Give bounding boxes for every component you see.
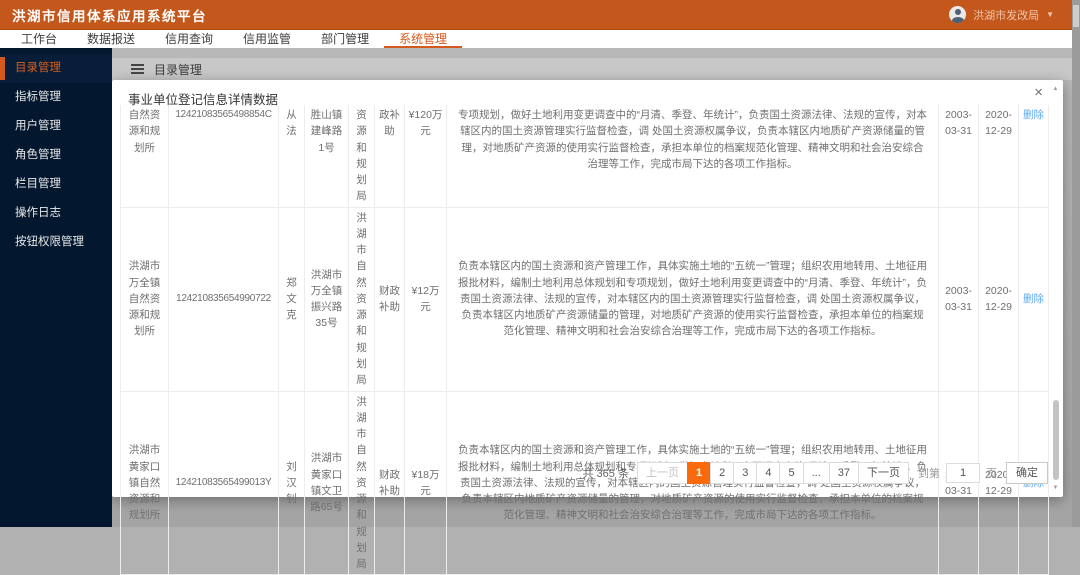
cell-org-name: 洪湖市万全镇自然资源和规划所 <box>120 206 169 392</box>
confirm-button[interactable]: 确定 <box>1006 462 1048 484</box>
cell-address: 洪湖市黄家口镇文卫路65号 <box>304 390 349 575</box>
sidebar-item-catalog-management[interactable]: 目录管理 <box>0 54 112 83</box>
page-button-3[interactable]: 3 <box>733 462 758 484</box>
cell-capital: ¥120万元 <box>404 105 447 208</box>
cell-legal-person: 从法 <box>278 105 305 208</box>
chevron-down-icon: ▼ <box>1046 9 1054 19</box>
cell-sponsor: 洪湖市自然资源和规划局 <box>348 206 375 392</box>
cell-date-end: 2020-12-29 <box>978 206 1019 392</box>
main-nav-tabs: 工作台 数据报送 信用查询 信用监管 部门管理 系统管理 <box>0 30 1080 48</box>
sidebar-item-indicator-management[interactable]: 指标管理 <box>0 83 112 112</box>
detail-data-modal: 事业单位登记信息详情数据 × 自然资源和规划所 1242108356549885… <box>112 80 1063 575</box>
page-ellipsis[interactable]: ... <box>802 462 830 484</box>
top-navbar: 洪湖市信用体系应用系统平台 洪湖市发改局 ▼ <box>0 0 1080 30</box>
page-button-4[interactable]: 4 <box>756 462 781 484</box>
cell-sponsor: 资源和规划局 <box>348 105 375 208</box>
modal-scrollbar[interactable]: ▲ ▼ <box>1051 85 1060 492</box>
delete-link[interactable]: 删除 <box>1023 293 1044 305</box>
cell-org-name: 自然资源和规划所 <box>120 105 169 208</box>
page-button-37[interactable]: 37 <box>828 462 859 484</box>
cell-capital: ¥12万元 <box>404 206 447 392</box>
cell-credit-code: 12421083565499013Y <box>168 390 279 575</box>
cell-funding-source: 财政补助 <box>374 390 405 575</box>
goto-page: 到第 页 <box>918 463 997 483</box>
close-icon[interactable]: × <box>1034 85 1043 100</box>
tab-data-report[interactable]: 数据报送 <box>72 30 150 48</box>
page-button-1[interactable]: 1 <box>686 462 712 484</box>
goto-page-input[interactable] <box>946 463 980 483</box>
cell-business-scope: 专项规划，做好土地利用变更调查中的“月清、季登、年统计”，负责国土资源法律、法规… <box>446 105 939 208</box>
breadcrumb: 目录管理 <box>112 58 1080 80</box>
next-page-button[interactable]: 下一页 <box>858 462 909 484</box>
cell-business-scope: 负责本辖区内的国土资源和资产管理工作，具体实施土地的“五统一”管理；组织农用地转… <box>446 206 939 392</box>
delete-link[interactable]: 删除 <box>1023 109 1044 121</box>
goto-prefix-label: 到第 <box>918 468 940 480</box>
app-title: 洪湖市信用体系应用系统平台 <box>12 8 207 24</box>
scroll-up-icon[interactable]: ▲ <box>1051 85 1060 93</box>
page-button-2[interactable]: 2 <box>710 462 735 484</box>
cell-date-start: 2003-03-31 <box>938 105 979 208</box>
sidebar: 目录管理 指标管理 用户管理 角色管理 栏目管理 操作日志 按钮权限管理 <box>0 48 112 527</box>
cell-address: 胜山镇建峰路1号 <box>304 105 349 208</box>
modal-scrollbar-thumb[interactable] <box>1052 400 1059 480</box>
cell-date-end: 2020-12-29 <box>978 105 1019 208</box>
sidebar-item-button-permission[interactable]: 按钮权限管理 <box>0 228 112 257</box>
table-row: 自然资源和规划所 12421083565498854C 从法 胜山镇建峰路1号 … <box>120 105 1049 208</box>
pagination-total: 共 365 条 <box>582 468 629 480</box>
pagination-buttons: 上一页 1 2 3 4 5 ... 37 下一页 <box>636 462 909 484</box>
tab-system-management[interactable]: 系统管理 <box>384 30 463 48</box>
cell-actions: 删除 <box>1018 206 1049 392</box>
sidebar-item-role-management[interactable]: 角色管理 <box>0 141 112 170</box>
breadcrumb-label: 目录管理 <box>154 62 203 77</box>
cell-funding-source: 财政补助 <box>374 206 405 392</box>
user-menu[interactable]: 洪湖市发改局 ▼ <box>949 6 1054 23</box>
cell-credit-code: 12421083565498854C <box>168 105 279 208</box>
user-avatar-icon <box>949 6 967 23</box>
pagination: 共 365 条 上一页 1 2 3 4 5 ... 37 下一页 到第 页 确定 <box>582 462 1048 484</box>
cell-legal-person: 刘汉钊 <box>278 390 305 575</box>
cell-capital: ¥18万元 <box>404 390 447 575</box>
cell-legal-person: 郑文克 <box>278 206 305 392</box>
tab-department-management[interactable]: 部门管理 <box>306 30 384 48</box>
cell-address: 洪湖市万全镇振兴路35号 <box>304 206 349 392</box>
data-table: 自然资源和规划所 12421083565498854C 从法 胜山镇建峰路1号 … <box>120 105 1049 575</box>
cell-actions: 删除 <box>1018 105 1049 208</box>
sidebar-item-user-management[interactable]: 用户管理 <box>0 112 112 141</box>
user-name: 洪湖市发改局 <box>973 9 1040 22</box>
tab-credit-query[interactable]: 信用查询 <box>150 30 228 48</box>
cell-funding-source: 政补助 <box>374 105 405 208</box>
goto-suffix-label: 页 <box>986 468 997 480</box>
tab-credit-supervision[interactable]: 信用监管 <box>228 30 306 48</box>
page-scrollbar[interactable] <box>1072 0 1080 527</box>
menu-icon[interactable] <box>131 68 144 70</box>
cell-date-start: 2003-03-31 <box>938 206 979 392</box>
sidebar-item-column-management[interactable]: 栏目管理 <box>0 170 112 199</box>
cell-org-name: 洪湖市黄家口镇自然资源和规划所 <box>120 390 169 575</box>
page-scrollbar-thumb[interactable] <box>1073 5 1079 27</box>
cell-credit-code: 124210835654990722 <box>168 206 279 392</box>
scroll-down-icon[interactable]: ▼ <box>1051 484 1060 492</box>
sidebar-item-operation-log[interactable]: 操作日志 <box>0 199 112 228</box>
prev-page-button[interactable]: 上一页 <box>636 462 688 484</box>
tab-workbench[interactable]: 工作台 <box>6 30 72 48</box>
cell-sponsor: 洪湖市自然资源和规划局 <box>348 390 375 575</box>
table-row: 洪湖市万全镇自然资源和规划所 124210835654990722 郑文克 洪湖… <box>120 206 1049 392</box>
page-button-5[interactable]: 5 <box>779 462 804 484</box>
